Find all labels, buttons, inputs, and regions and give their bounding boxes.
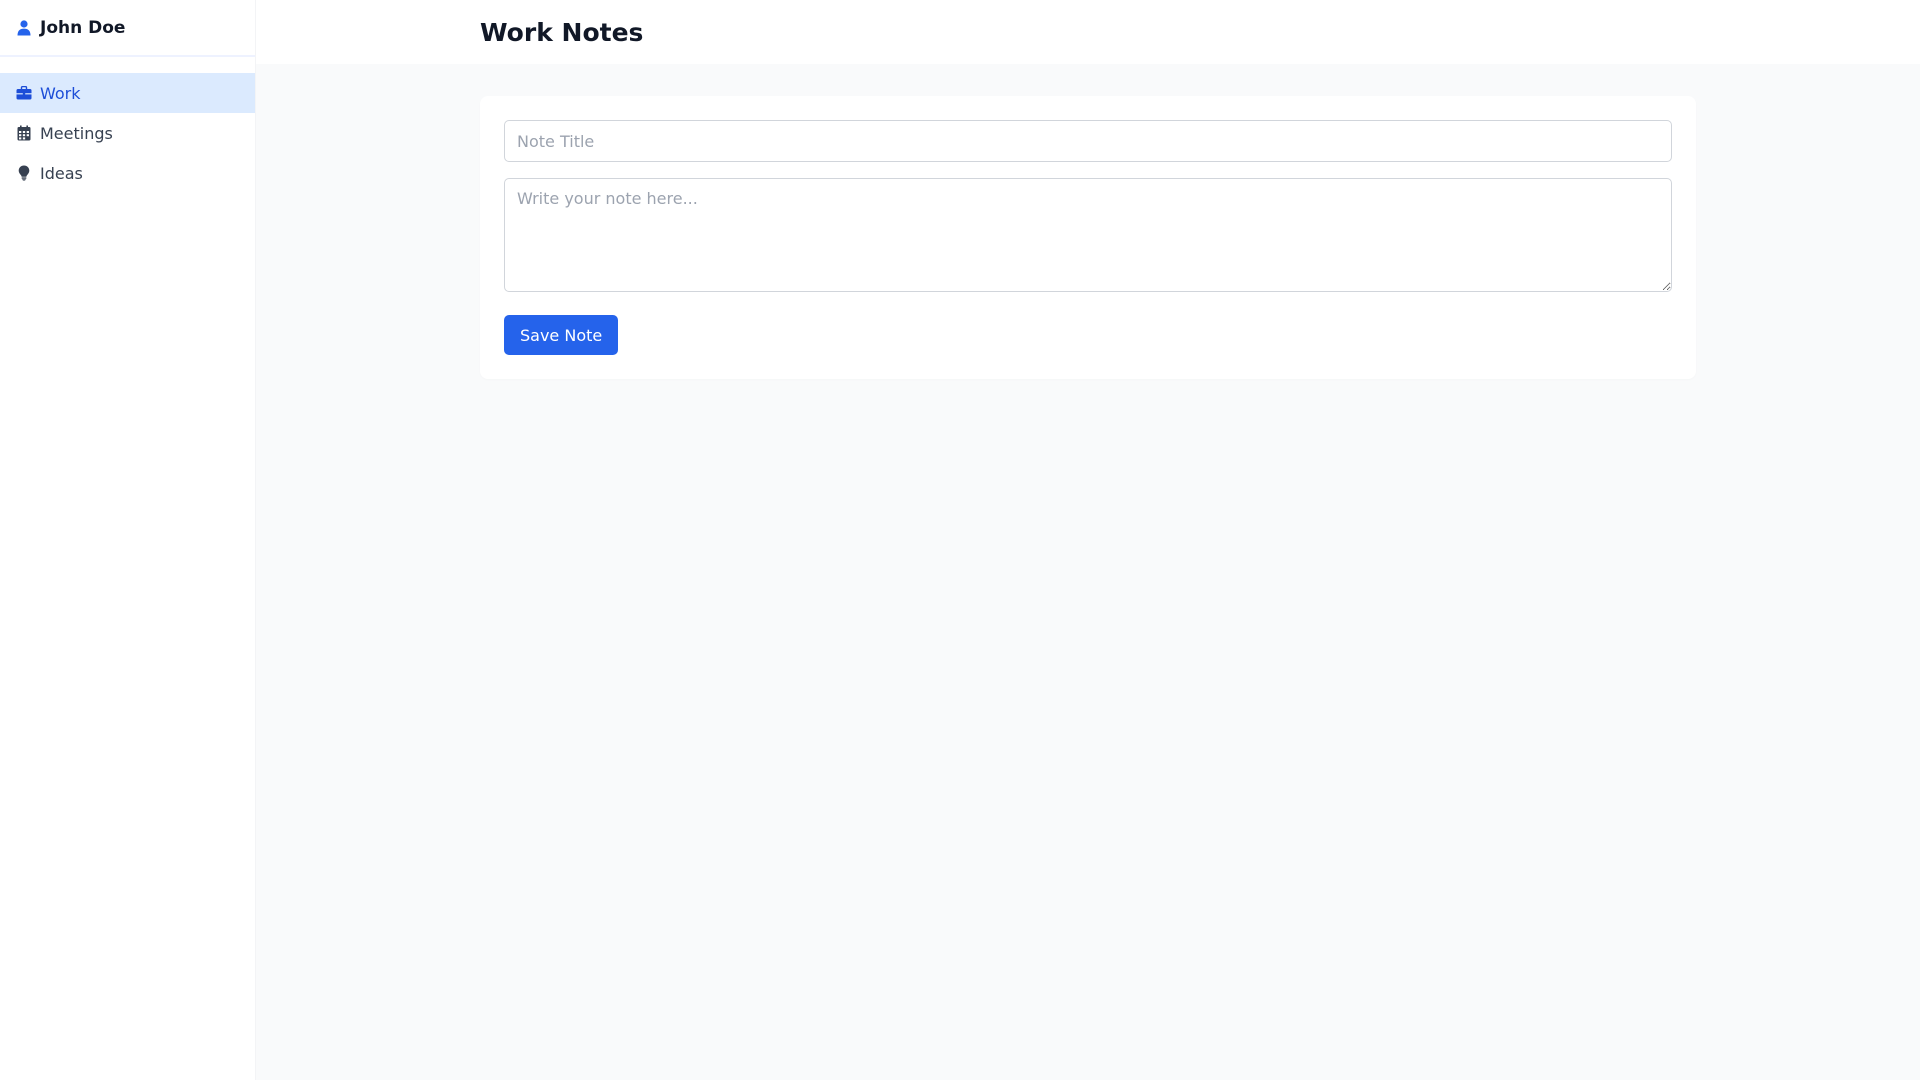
user-name: John Doe: [40, 17, 126, 38]
user-profile: John Doe: [0, 0, 255, 57]
note-body-textarea[interactable]: [504, 178, 1672, 292]
briefcase-icon: [16, 85, 32, 101]
calendar-icon: [16, 125, 32, 141]
user-icon: [16, 19, 32, 36]
app: John Doe Work Meetings Ideas Work Notes …: [0, 0, 1920, 1080]
sidebar-item-work[interactable]: Work: [0, 73, 255, 113]
sidebar-item-label: Work: [40, 83, 81, 103]
page-title: Work Notes: [480, 17, 644, 47]
sidebar-nav: Work Meetings Ideas: [0, 73, 255, 193]
main-content: Work Notes Save Note: [256, 0, 1920, 1080]
sidebar-item-meetings[interactable]: Meetings: [0, 113, 255, 153]
content-area: Save Note: [256, 64, 1920, 379]
sidebar-item-label: Ideas: [40, 163, 83, 183]
note-editor-card: Save Note: [480, 96, 1696, 379]
note-title-input[interactable]: [504, 120, 1672, 162]
sidebar: John Doe Work Meetings Ideas: [0, 0, 256, 1080]
top-bar: Work Notes: [256, 0, 1920, 64]
save-note-button[interactable]: Save Note: [504, 315, 619, 355]
lightbulb-icon: [16, 165, 32, 181]
sidebar-item-ideas[interactable]: Ideas: [0, 153, 255, 193]
sidebar-item-label: Meetings: [40, 123, 113, 143]
